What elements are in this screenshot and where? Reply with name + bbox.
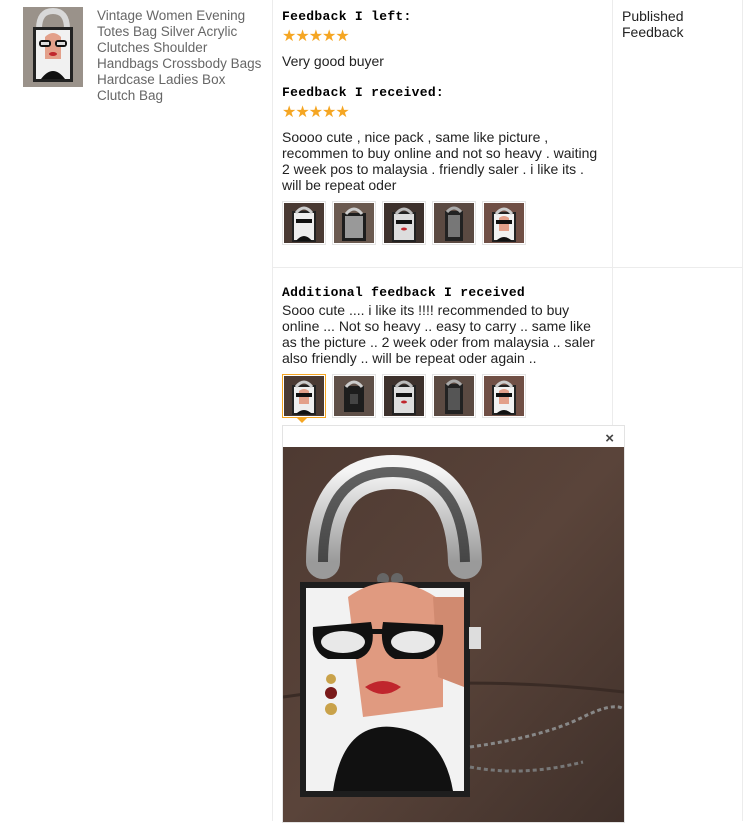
feedback-left-heading: Feedback I left:: [282, 9, 412, 24]
product-thumbnail[interactable]: [23, 7, 83, 87]
review-photo-thumbnail[interactable]: [432, 201, 476, 245]
published-feedback-status: Published Feedback: [622, 8, 684, 40]
feedback-received-stars: ★★★★★: [282, 104, 350, 121]
photo-viewer: ×: [282, 425, 625, 823]
review-photo-thumbnail-selected[interactable]: [282, 374, 326, 418]
review-photo-thumbnail[interactable]: [332, 201, 376, 245]
selected-thumbnail-pointer: [296, 417, 308, 423]
feedback-received-text: Soooo cute , nice pack , same like pictu…: [282, 129, 598, 193]
review-photo-thumbnail[interactable]: [482, 201, 526, 245]
review-photo-thumbnail[interactable]: [382, 374, 426, 418]
feedback-received-photos: [282, 201, 526, 245]
column-divider: [272, 0, 273, 821]
column-divider: [742, 0, 743, 821]
additional-feedback-text: Sooo cute .... i like its !!!! recommend…: [282, 302, 595, 366]
product-title-link[interactable]: Vintage Women Evening Totes Bag Silver A…: [97, 8, 267, 104]
additional-feedback-photos: [282, 374, 526, 418]
additional-feedback-heading: Additional feedback I received: [282, 285, 526, 300]
row-divider: [272, 267, 743, 268]
feedback-received-heading: Feedback I received:: [282, 85, 445, 100]
expanded-review-photo[interactable]: [282, 447, 625, 822]
review-photo-thumbnail[interactable]: [282, 201, 326, 245]
feedback-left-text: Very good buyer: [282, 53, 384, 69]
close-icon[interactable]: ×: [605, 431, 614, 446]
review-photo-thumbnail[interactable]: [382, 201, 426, 245]
review-photo-thumbnail[interactable]: [482, 374, 526, 418]
review-photo-thumbnail[interactable]: [432, 374, 476, 418]
feedback-left-stars: ★★★★★: [282, 28, 350, 45]
review-photo-thumbnail[interactable]: [332, 374, 376, 418]
